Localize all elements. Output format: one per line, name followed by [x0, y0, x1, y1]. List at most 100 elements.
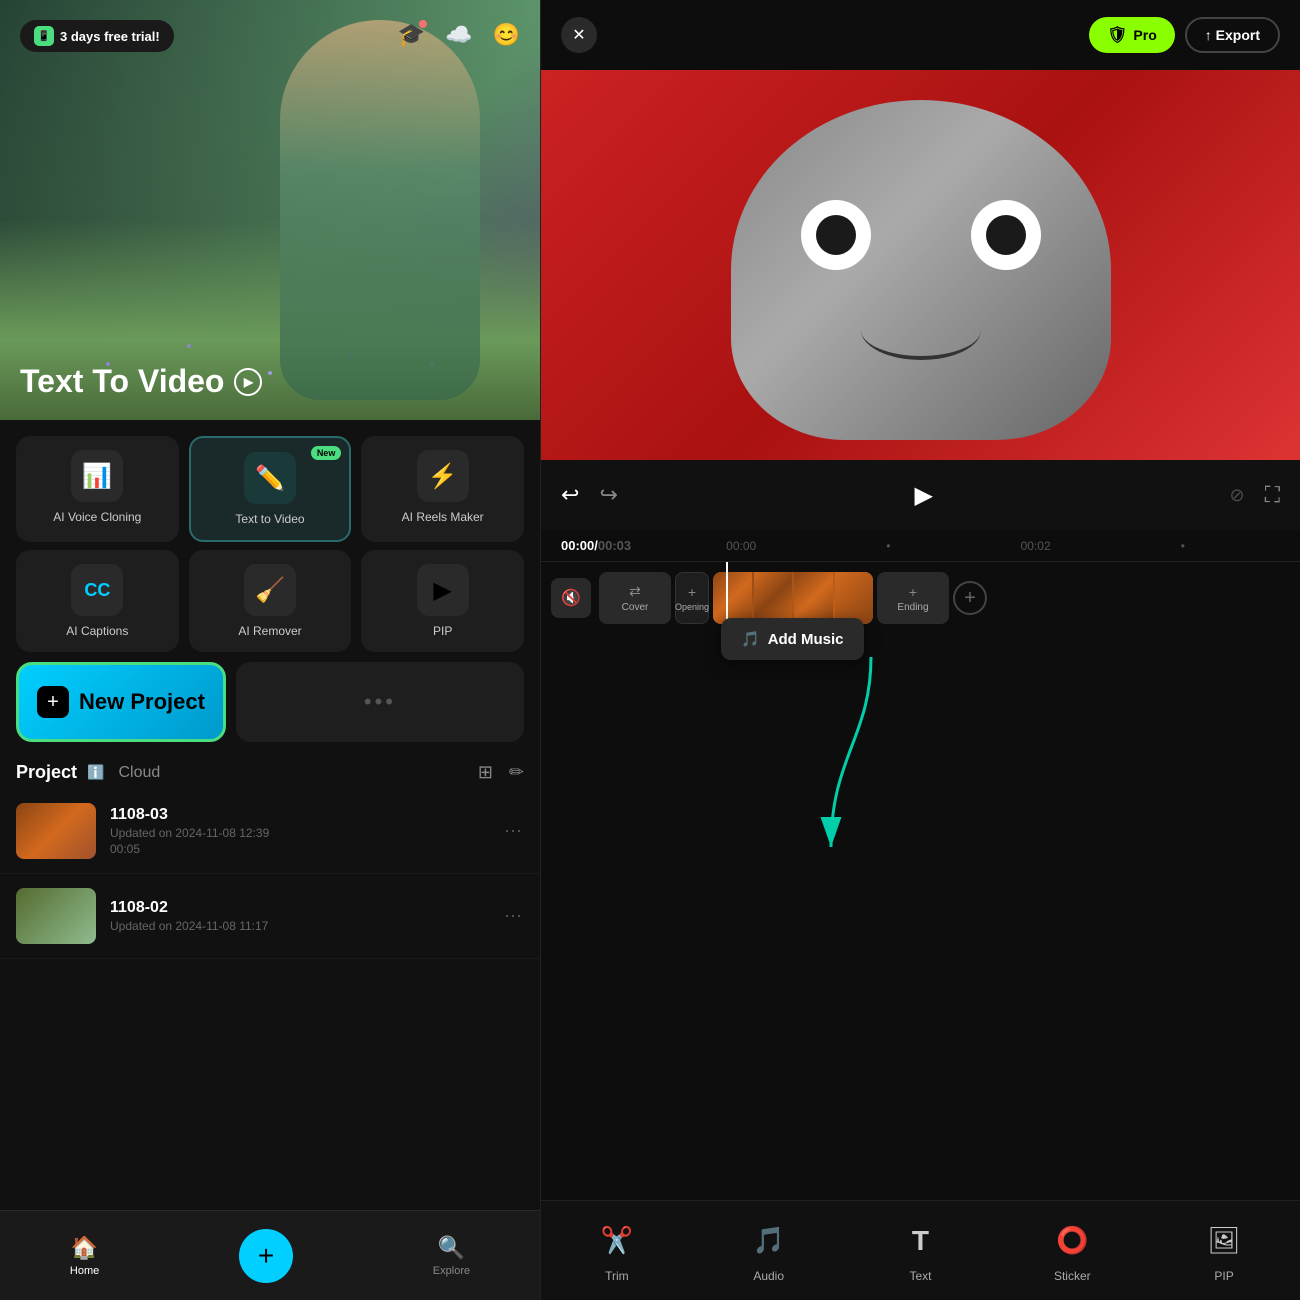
- project-section-title: Project: [16, 762, 77, 783]
- opening-label: Opening: [675, 602, 709, 612]
- video-preview: [541, 70, 1300, 460]
- close-button[interactable]: ✕: [561, 17, 597, 53]
- project-more-menu-2[interactable]: ⋯: [504, 906, 524, 927]
- pro-icon: 🛡: [1107, 25, 1127, 45]
- cloud-icon[interactable]: ☁️: [445, 22, 472, 48]
- cover-clip[interactable]: ⇄ Cover: [599, 572, 671, 624]
- trial-text: 3 days free trial!: [60, 29, 160, 44]
- explore-icon: 🔍: [438, 1235, 465, 1261]
- nav-create-button[interactable]: +: [239, 1229, 293, 1283]
- project-thumbnail-cat2: [16, 888, 96, 944]
- ai-voice-icon: 📊: [82, 462, 112, 491]
- project-info-icon[interactable]: ℹ️: [87, 764, 104, 781]
- toolbar-text[interactable]: T Text: [898, 1219, 942, 1283]
- cat-body: [731, 100, 1111, 440]
- cover-clip-label: Cover: [622, 602, 649, 613]
- tool-ai-voice-cloning[interactable]: 📊 AI Voice Cloning: [16, 436, 179, 542]
- export-label: ↑ Export: [1205, 27, 1260, 43]
- project-view-icons: ⊞ ✏: [478, 762, 524, 783]
- header-icons: 🎓 ☁️ 😊: [398, 22, 520, 48]
- sticker-label: Sticker: [1054, 1269, 1091, 1283]
- new-project-plus-icon: +: [37, 686, 69, 718]
- project-info-1108-03: 1108-03 Updated on 2024-11-08 12:39 00:0…: [110, 806, 490, 856]
- no-edit-icon[interactable]: ⊘: [1230, 485, 1245, 506]
- new-project-button[interactable]: + New Project: [16, 662, 226, 742]
- tool-ai-reels-maker[interactable]: ⚡ AI Reels Maker: [361, 436, 524, 542]
- play-circle-icon[interactable]: ▶: [234, 368, 262, 396]
- more-options-card[interactable]: •••: [236, 662, 524, 742]
- ending-label: Ending: [897, 602, 928, 613]
- trial-icon: 📱: [34, 26, 54, 46]
- ai-remover-label: AI Remover: [238, 624, 301, 638]
- project-item-1108-02[interactable]: 1108-02 Updated on 2024-11-08 11:17 ⋯: [0, 874, 540, 959]
- edit-icon[interactable]: ✏: [509, 762, 524, 783]
- project-thumb-1108-02: [16, 888, 96, 944]
- ai-voice-label: AI Voice Cloning: [53, 510, 141, 524]
- hero-title-section: Text To Video ▶: [20, 363, 262, 400]
- nav-home[interactable]: 🏠 Home: [70, 1235, 99, 1277]
- new-project-label: New Project: [79, 689, 205, 715]
- text-to-video-label: Text to Video: [235, 512, 304, 526]
- add-music-popup[interactable]: 🎵 Add Music: [721, 618, 864, 660]
- text-label: Text: [909, 1269, 931, 1283]
- toolbar-trim[interactable]: ✂️ Trim: [595, 1219, 639, 1283]
- project-duration: 00:05: [110, 842, 490, 856]
- trim-label: Trim: [605, 1269, 629, 1283]
- video-clip[interactable]: [713, 572, 873, 624]
- toolbar-audio[interactable]: 🎵 Audio: [747, 1219, 791, 1283]
- time-mark-1: 00:00: [726, 539, 756, 553]
- play-button[interactable]: ▶: [903, 474, 945, 516]
- toolbar-sticker[interactable]: ⭕ Sticker: [1050, 1219, 1094, 1283]
- pip-label: PIP: [433, 624, 452, 638]
- ai-voice-icon-wrap: 📊: [71, 450, 123, 502]
- project-thumbnail-cat: [16, 803, 96, 859]
- audio-label: Audio: [753, 1269, 784, 1283]
- hero-title-text: Text To Video: [20, 363, 224, 400]
- pro-button[interactable]: 🛡 Pro: [1089, 17, 1175, 53]
- opening-add-clip[interactable]: + Opening: [675, 572, 709, 624]
- nav-explore[interactable]: 🔍 Explore: [433, 1235, 470, 1277]
- tool-ai-captions[interactable]: CC AI Captions: [16, 550, 179, 652]
- undo-button[interactable]: ↩: [561, 482, 579, 508]
- project-item-1108-03[interactable]: 1108-03 Updated on 2024-11-08 12:39 00:0…: [0, 789, 540, 874]
- project-name: 1108-03: [110, 806, 490, 824]
- new-badge: New: [311, 446, 342, 460]
- cat-eye-left: [801, 200, 871, 270]
- time-ruler: 00:00/00:03 00:00 • 00:02 •: [541, 530, 1300, 562]
- explore-label: Explore: [433, 1265, 470, 1277]
- ai-reels-icon-wrap: ⚡: [417, 450, 469, 502]
- fullscreen-button[interactable]: ⛶: [1265, 482, 1280, 508]
- bottom-toolbar: ✂️ Trim 🎵 Audio T Text ⭕ Sticker 🖼 PIP: [541, 1200, 1300, 1300]
- ai-reels-label: AI Reels Maker: [402, 510, 484, 524]
- graduation-icon[interactable]: 🎓: [398, 22, 425, 48]
- smiley-icon[interactable]: 😊: [493, 22, 520, 48]
- ai-remover-icon-wrap: 🧹: [244, 564, 296, 616]
- tool-ai-remover[interactable]: 🧹 AI Remover: [189, 550, 352, 652]
- right-panel: ✕ 🛡 Pro ↑ Export ↩ ↪ ▶ ⊘ ⛶: [541, 0, 1300, 1300]
- volume-icon[interactable]: 🔇: [551, 578, 591, 618]
- teal-arrow-indicator: [811, 657, 931, 862]
- add-final-button[interactable]: +: [953, 581, 987, 615]
- project-more-menu[interactable]: ⋯: [504, 821, 524, 842]
- redo-button[interactable]: ↪: [599, 482, 617, 508]
- filmstrip-frame-4: [835, 572, 874, 624]
- timeline-area: 00:00/00:03 00:00 • 00:02 • 🔇 ⇄ Cover: [541, 530, 1300, 1200]
- pip-icon-wrap: ▶: [417, 564, 469, 616]
- ending-clip[interactable]: + Ending: [877, 572, 949, 624]
- pip-toolbar-icon: 🖼: [1202, 1219, 1246, 1263]
- right-header: ✕ 🛡 Pro ↑ Export: [541, 0, 1300, 70]
- timeline-tracks: 🔇 ⇄ Cover + Opening: [541, 562, 1300, 642]
- audio-icon: 🎵: [747, 1219, 791, 1263]
- export-button[interactable]: ↑ Export: [1185, 17, 1280, 53]
- cover-swap-icon: ⇄: [629, 583, 641, 600]
- sticker-icon: ⭕: [1050, 1219, 1094, 1263]
- pro-label: Pro: [1133, 27, 1156, 43]
- trial-badge[interactable]: 📱 3 days free trial!: [20, 20, 174, 52]
- grid-view-icon[interactable]: ⊞: [478, 762, 493, 783]
- hero-title: Text To Video ▶: [20, 363, 262, 400]
- time-mark-dot2: •: [1181, 539, 1185, 553]
- time-markers: 00:00 • 00:02 •: [631, 539, 1280, 553]
- tool-pip[interactable]: ▶ PIP: [361, 550, 524, 652]
- toolbar-pip[interactable]: 🖼 PIP: [1202, 1219, 1246, 1283]
- tool-text-to-video[interactable]: New ✏️ Text to Video: [189, 436, 352, 542]
